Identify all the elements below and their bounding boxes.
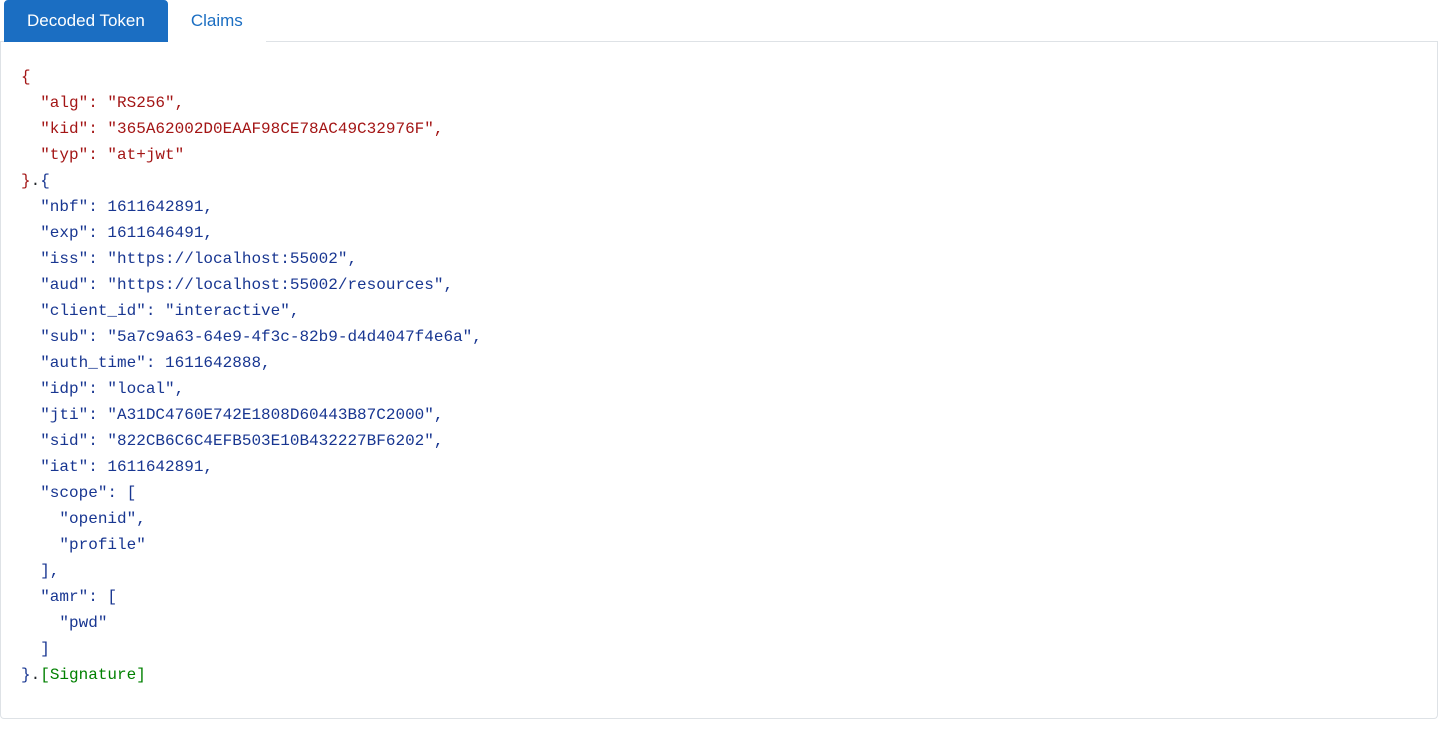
decoded-token-panel: { ″alg″: ″RS256″, ″kid″: ″365A62002D0EAA…: [0, 42, 1438, 719]
signature-placeholder: [Signature]: [40, 666, 146, 684]
tab-decoded-token[interactable]: Decoded Token: [4, 0, 168, 42]
token-viewer: Decoded Token Claims { ″alg″: ″RS256″, ″…: [0, 0, 1438, 719]
tab-bar: Decoded Token Claims: [0, 0, 1438, 42]
tab-claims[interactable]: Claims: [168, 0, 266, 42]
decoded-token-content: { ″alg″: ″RS256″, ″kid″: ″365A62002D0EAA…: [21, 64, 1417, 688]
